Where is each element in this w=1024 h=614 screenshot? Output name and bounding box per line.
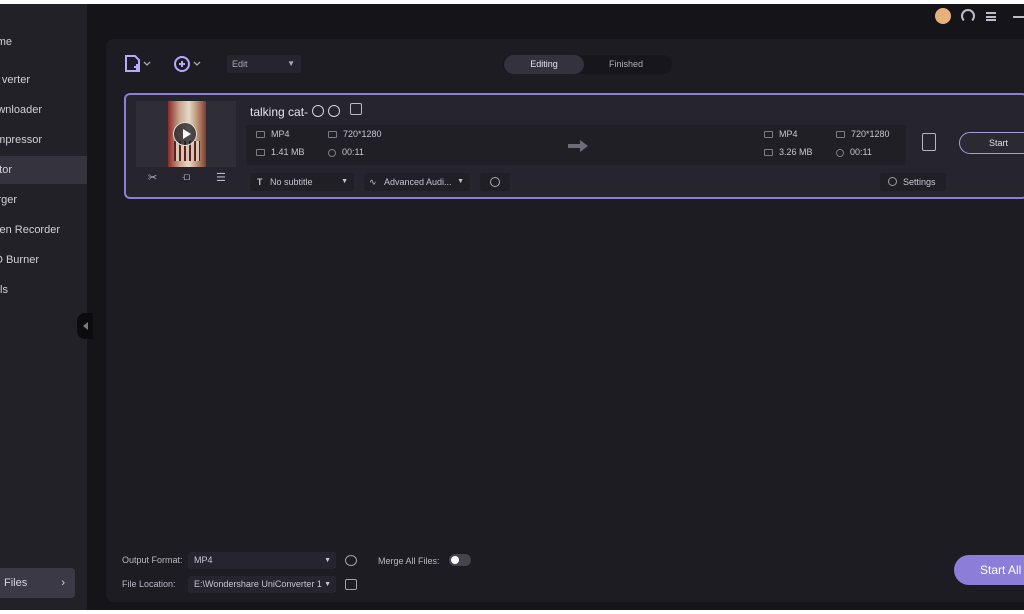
text-t-icon: T	[257, 177, 263, 187]
chevron-right-icon: ›	[61, 577, 65, 589]
start-all-button[interactable]: Start All	[954, 555, 1024, 585]
chevron-down-icon: ▼	[287, 59, 295, 68]
output-duration: 00:11	[836, 147, 872, 157]
my-files-button[interactable]: Files ›	[0, 568, 75, 598]
chevron-down-icon: ▼	[324, 557, 331, 564]
user-avatar[interactable]	[935, 8, 951, 24]
sidebar-item-converter[interactable]: verter	[0, 66, 87, 94]
sidebar-item-editor[interactable]: tor	[0, 156, 87, 184]
sidebar-item-label: wnloader	[0, 104, 42, 116]
format-settings-icon[interactable]	[345, 555, 357, 566]
add-media-button[interactable]	[172, 53, 202, 75]
subtitle-select[interactable]: T No subtitle ▼	[250, 173, 354, 191]
sidebar-item-label: tor	[0, 164, 12, 176]
merge-files-toggle[interactable]	[449, 554, 471, 566]
resolution-icon	[836, 131, 845, 139]
sidebar-item-label: ls	[0, 284, 8, 296]
chevron-down-icon: ▼	[457, 178, 464, 185]
sidebar-item-label: een Recorder	[0, 224, 60, 236]
output-format-value: MP4	[194, 555, 213, 565]
folder-icon[interactable]	[345, 579, 357, 590]
output-resolution: 720*1280	[836, 129, 890, 139]
edit-mode-value: Edit	[232, 59, 248, 69]
crop-icon[interactable]: ⟤	[182, 171, 190, 184]
source-duration: 00:11	[328, 147, 364, 157]
clock-icon	[328, 148, 336, 157]
watermark-badge-icon	[312, 105, 324, 117]
info-circle-icon	[490, 177, 500, 187]
sidebar-item-tools[interactable]: ls	[0, 276, 87, 304]
sidebar-item-merger[interactable]: rger	[0, 186, 87, 214]
source-format: MP4	[256, 129, 290, 139]
file-location-value: E:\Wondershare UniConverter 1	[194, 579, 322, 589]
sidebar-item-label: D Burner	[0, 254, 39, 266]
trim-scissors-icon[interactable]: ✂	[148, 171, 157, 184]
output-size: 3.26 MB	[764, 147, 813, 157]
rename-edit-icon[interactable]	[350, 103, 362, 115]
clock-icon	[836, 148, 844, 157]
convert-arrow-icon	[568, 140, 588, 152]
file-card[interactable]: ✂ ⟤ ☰ talking cat- MP4 720*1280 1.41 MB …	[124, 93, 1024, 199]
output-settings-icon[interactable]	[922, 133, 936, 151]
add-media-icon	[174, 56, 201, 72]
start-button[interactable]: Start	[959, 132, 1024, 154]
support-headset-icon[interactable]	[961, 9, 975, 23]
app-window: me verter wnloader mpressor tor rger een…	[0, 4, 1024, 610]
merge-files-label: Merge All Files:	[378, 556, 440, 566]
sidebar-item-label: verter	[1, 74, 30, 86]
minimize-icon[interactable]	[1013, 16, 1024, 18]
audio-wave-icon: ∿	[369, 177, 377, 187]
chevron-down-icon: ▼	[324, 581, 331, 588]
tab-editing[interactable]: Editing	[504, 55, 584, 74]
audio-value: Advanced Audi...	[384, 177, 452, 187]
folder-size-icon	[256, 149, 265, 157]
sidebar-item-screen-recorder[interactable]: een Recorder	[0, 216, 87, 244]
chevron-down-icon: ▼	[341, 178, 348, 185]
sidebar-item-downloader[interactable]: wnloader	[0, 96, 87, 124]
sidebar-item-home[interactable]: me	[0, 28, 87, 56]
settings-button[interactable]: Settings	[880, 173, 946, 191]
sidebar-item-label: mpressor	[0, 134, 42, 146]
sidebar-item-label: rger	[0, 194, 17, 206]
gear-icon	[888, 177, 897, 186]
hamburger-menu-icon[interactable]	[986, 12, 996, 21]
folder-size-icon	[764, 149, 773, 157]
video-thumbnail[interactable]	[136, 101, 236, 167]
video-format-icon	[764, 131, 773, 139]
source-size: 1.41 MB	[256, 147, 305, 157]
add-file-button[interactable]	[122, 53, 152, 75]
resolution-icon	[328, 131, 337, 139]
sidebar-item-label: me	[0, 36, 12, 48]
play-icon[interactable]	[173, 122, 197, 146]
edit-mode-select[interactable]: Edit ▼	[227, 55, 301, 73]
sidebar-item-dvd-burner[interactable]: D Burner	[0, 246, 87, 274]
file-name: talking cat-	[250, 105, 309, 119]
add-file-icon	[125, 55, 151, 72]
file-location-label: File Location:	[122, 579, 176, 589]
sidebar: me verter wnloader mpressor tor rger een…	[0, 4, 87, 610]
sidebar-item-compressor[interactable]: mpressor	[0, 126, 87, 154]
sidebar-collapse-handle[interactable]	[77, 313, 93, 339]
effects-list-icon[interactable]: ☰	[216, 171, 226, 184]
subtitle-badge-icon	[328, 105, 340, 117]
output-format-select[interactable]: MP4 ▼	[188, 552, 336, 569]
settings-label: Settings	[903, 177, 936, 187]
video-format-icon	[256, 131, 265, 139]
my-files-label: Files	[4, 577, 28, 589]
file-location-select[interactable]: E:\Wondershare UniConverter 1 ▼	[188, 576, 336, 593]
output-format: MP4	[764, 129, 798, 139]
subtitle-value: No subtitle	[270, 177, 313, 187]
tab-finished[interactable]: Finished	[586, 55, 666, 74]
editor-panel: Edit ▼ Editing Finished ✂ ⟤ ☰ talking ca…	[106, 39, 1024, 602]
status-tabs: Editing Finished	[502, 55, 672, 74]
output-format-label: Output Format:	[122, 555, 183, 565]
audio-select[interactable]: ∿ Advanced Audi... ▼	[364, 173, 470, 191]
info-button[interactable]	[480, 173, 510, 191]
source-resolution: 720*1280	[328, 129, 382, 139]
thumbnail-toolbar: ✂ ⟤ ☰	[136, 169, 236, 187]
